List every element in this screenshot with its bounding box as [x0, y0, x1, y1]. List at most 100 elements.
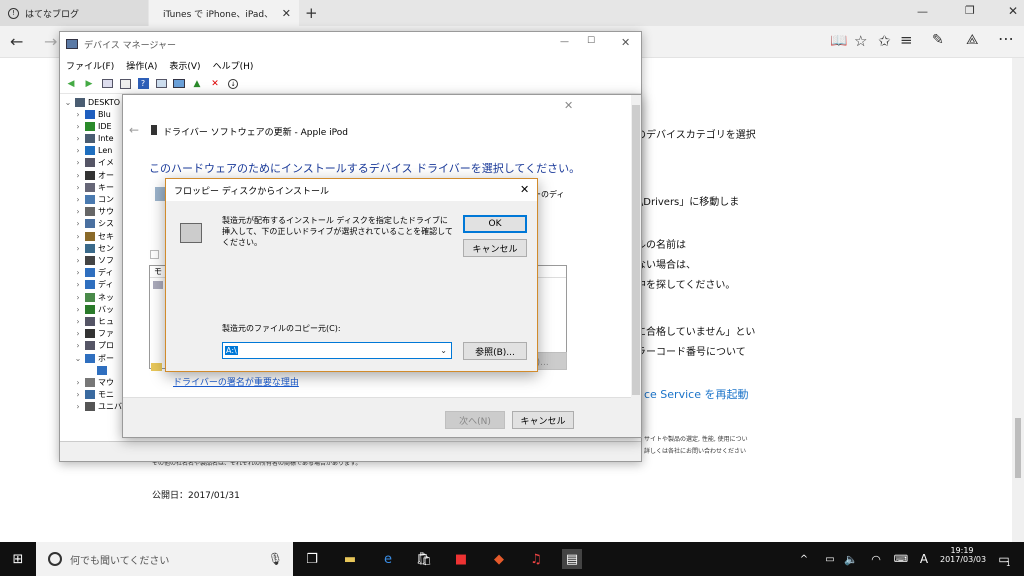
scroll-thumb[interactable]	[632, 105, 640, 395]
chevron-right-icon[interactable]: ›	[74, 183, 82, 192]
minimize-icon[interactable]: —	[917, 5, 928, 18]
tree-item[interactable]: › マウ	[74, 376, 114, 388]
cancel-button[interactable]: キャンセル	[512, 411, 574, 429]
office-app-icon[interactable]: ◆	[489, 549, 509, 569]
reading-view-icon[interactable]: 📖	[830, 33, 847, 49]
page-scrollbar[interactable]	[1012, 58, 1024, 542]
forward-icon[interactable]: →	[44, 32, 57, 51]
keyboard-icon[interactable]: ⌨	[891, 549, 911, 569]
chevron-right-icon[interactable]: ›	[74, 219, 82, 228]
tree-item[interactable]: › セキ	[74, 230, 114, 242]
chevron-right-icon[interactable]: ›	[74, 402, 82, 411]
help-icon[interactable]: ?	[136, 77, 150, 91]
maximize-icon[interactable]: ☐	[587, 36, 595, 46]
edge-icon[interactable]: e	[378, 549, 398, 569]
tree-view-icon[interactable]	[118, 77, 132, 91]
tree-item[interactable]: › イメ	[74, 157, 114, 169]
chevron-right-icon[interactable]: ›	[74, 378, 82, 387]
scan-download-icon[interactable]: ↓	[226, 77, 240, 91]
close-icon[interactable]: ✕	[621, 36, 630, 49]
action-center-icon[interactable]: ▭	[994, 549, 1014, 569]
chevron-down-icon[interactable]: ⌄	[440, 346, 447, 355]
view-icon[interactable]	[154, 77, 168, 91]
next-button[interactable]: 次へ(N)	[445, 411, 505, 429]
cortana-search-box[interactable]: 何でも聞いてください 🎙	[36, 542, 293, 576]
tree-item[interactable]: › バッ	[74, 303, 114, 315]
web-note-icon[interactable]: ✎	[932, 32, 944, 48]
compatible-checkbox[interactable]	[150, 250, 159, 259]
tree-root[interactable]: ⌄ DESKTO	[64, 96, 120, 108]
tree-item[interactable]: › ファ	[74, 328, 114, 340]
close-window-icon[interactable]: ✕	[1008, 4, 1018, 18]
windows-start-icon[interactable]: ⊞	[8, 549, 28, 569]
tree-item[interactable]: › サウ	[74, 206, 114, 218]
properties-icon[interactable]	[100, 77, 114, 91]
device-manager-task-icon[interactable]: ▤	[562, 549, 582, 569]
chevron-right-icon[interactable]: ›	[74, 293, 82, 302]
close-icon[interactable]: ✕	[564, 99, 573, 112]
tab-hatena[interactable]: ! はてなブログ	[0, 0, 148, 26]
tree-item[interactable]: › ネッ	[74, 291, 114, 303]
tab-itunes[interactable]: iTunes で iPhone、iPad、 ✕	[149, 0, 299, 26]
tree-item[interactable]: › Inte	[74, 132, 114, 144]
clock[interactable]: 19:19 2017/03/03	[940, 546, 986, 564]
chevron-right-icon[interactable]: ›	[74, 256, 82, 265]
wifi-icon[interactable]: ◠	[866, 549, 886, 569]
chevron-right-icon[interactable]: ›	[74, 171, 82, 180]
task-view-icon[interactable]: ❐	[302, 549, 322, 569]
ime-indicator[interactable]: A	[914, 549, 934, 569]
tree-item[interactable]: › ディ	[74, 267, 113, 279]
tree-item[interactable]: › シス	[74, 218, 114, 230]
more-icon[interactable]: ⋯	[998, 29, 1014, 48]
cancel-button[interactable]: キャンセル	[463, 239, 527, 257]
volume-icon[interactable]: 🔈	[841, 549, 861, 569]
chevron-right-icon[interactable]: ›	[74, 232, 82, 241]
tree-item[interactable]: › Blu	[74, 108, 111, 120]
back-icon[interactable]: ←	[10, 32, 23, 51]
chevron-right-icon[interactable]: ›	[74, 195, 82, 204]
monitor-icon[interactable]	[172, 77, 186, 91]
tree-item[interactable]: › プロ	[74, 340, 114, 352]
favorites-hub-icon[interactable]: ✩	[878, 32, 891, 50]
tree-item[interactable]: › ヒュ	[74, 315, 114, 327]
chevron-right-icon[interactable]: ›	[74, 134, 82, 143]
battery-icon[interactable]: ▭	[820, 549, 840, 569]
microphone-icon[interactable]: 🎙	[268, 552, 283, 566]
update-driver-icon[interactable]: ▲	[190, 77, 204, 91]
signing-info-link[interactable]: ドライバーの署名が重要な理由	[173, 375, 299, 388]
mail-app-icon[interactable]: ■	[451, 549, 471, 569]
menu-file[interactable]: ファイル(F)	[66, 59, 114, 72]
chevron-right-icon[interactable]: ›	[74, 329, 82, 338]
back-icon[interactable]: ◀	[64, 77, 78, 91]
new-tab-button[interactable]: +	[305, 4, 318, 22]
tree-item[interactable]: › ソフ	[74, 254, 114, 266]
wizard-scrollbar[interactable]	[631, 95, 641, 437]
tree-item[interactable]: › Len	[74, 145, 112, 157]
tree-item[interactable]: ⌄ ポー	[74, 352, 114, 364]
restore-icon[interactable]: ❐	[965, 4, 975, 17]
chevron-right-icon[interactable]: ›	[74, 390, 82, 399]
copy-from-combobox[interactable]: A:\ ⌄	[222, 342, 452, 359]
tree-item[interactable]: › ディ	[74, 279, 113, 291]
back-arrow-icon[interactable]: ←	[129, 123, 139, 137]
chevron-right-icon[interactable]: ›	[74, 341, 82, 350]
menu-view[interactable]: 表示(V)	[169, 59, 200, 72]
chevron-down-icon[interactable]: ⌄	[74, 354, 82, 363]
menu-help[interactable]: ヘルプ(H)	[213, 59, 254, 72]
ok-button[interactable]: OK	[463, 215, 527, 233]
favorite-star-icon[interactable]: ☆	[854, 32, 867, 50]
itunes-icon[interactable]: ♫	[526, 549, 546, 569]
uninstall-icon[interactable]: ✕	[208, 77, 222, 91]
tree-item[interactable]	[86, 364, 110, 376]
restart-service-link[interactable]: ce Service を再起動	[644, 386, 748, 402]
hub-icon[interactable]: ≡	[900, 31, 913, 49]
forward-icon[interactable]: ▶	[82, 77, 96, 91]
chevron-right-icon[interactable]: ›	[74, 158, 82, 167]
close-tab-icon[interactable]: ✕	[282, 7, 291, 20]
chevron-right-icon[interactable]: ›	[74, 305, 82, 314]
tree-item[interactable]: › IDE	[74, 120, 112, 132]
chevron-right-icon[interactable]: ›	[74, 146, 82, 155]
tree-item[interactable]: › キー	[74, 181, 114, 193]
chevron-right-icon[interactable]: ›	[74, 207, 82, 216]
tree-item[interactable]: › モニ	[74, 389, 114, 401]
